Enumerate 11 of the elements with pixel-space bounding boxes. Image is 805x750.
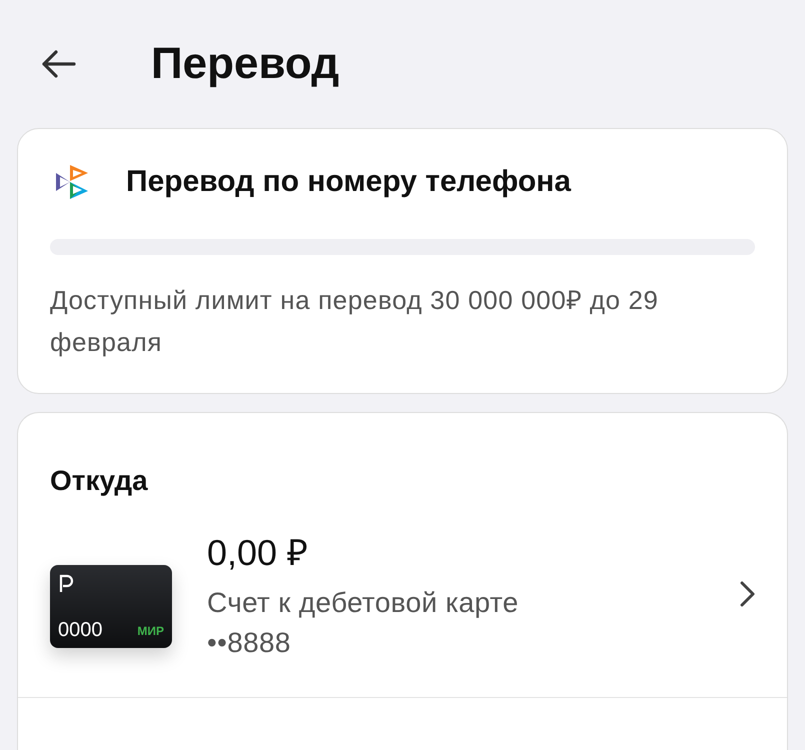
limit-note: Доступный лимит на перевод 30 000 000₽ до 29 февраля: [50, 284, 660, 359]
back-arrow-icon[interactable]: [40, 49, 76, 79]
bank-card-drawing: 0000 МИР: [50, 565, 172, 648]
account-balance: 0,00 ₽: [207, 531, 310, 575]
account-name: Счет к дебетовой карте ••8888: [207, 586, 520, 660]
page-title: Перевод: [151, 39, 340, 89]
chevron-right-icon: [739, 581, 755, 607]
sbp-logo-icon: [54, 163, 90, 201]
account-row[interactable]: 0000 МИР 0,00 ₽ Счет к дебетовой карте ••8888: [18, 497, 787, 697]
section-heading: Откуда: [49, 465, 149, 497]
transfer-title: Перевод по номеру телефона: [126, 165, 571, 199]
